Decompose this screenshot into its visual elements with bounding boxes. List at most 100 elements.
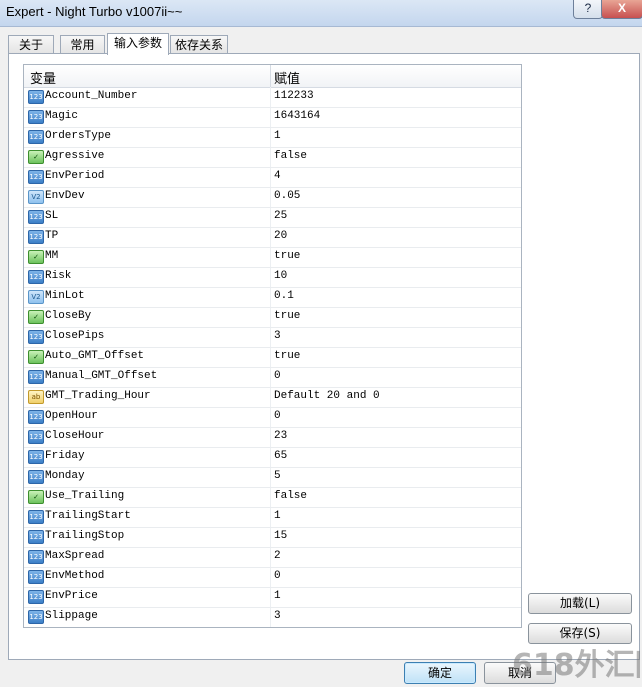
table-row[interactable]: V2 MinLot 0.1: [24, 287, 521, 308]
parameter-value[interactable]: 23: [274, 430, 287, 442]
boolean-type-icon: ✓: [28, 350, 44, 364]
parameter-name: MM: [45, 250, 59, 262]
table-row[interactable]: ✓ CloseBy true: [24, 307, 521, 328]
tab-inputs[interactable]: 输入参数: [107, 33, 169, 55]
parameter-name: EnvMethod: [45, 570, 105, 582]
parameter-name: Friday: [45, 450, 85, 462]
table-row[interactable]: 123 OpenHour 0: [24, 407, 521, 428]
parameter-name: TrailingStart: [45, 510, 131, 522]
parameter-value[interactable]: 0.1: [274, 290, 294, 302]
table-row[interactable]: 123 Account_Number 112233: [24, 87, 521, 108]
table-row[interactable]: ✓ Agressive false: [24, 147, 521, 168]
grid-header: 变量 赋值: [24, 65, 521, 88]
parameter-name: Agressive: [45, 150, 105, 162]
table-row[interactable]: 123 TP 20: [24, 227, 521, 248]
save-button[interactable]: 保存(S): [528, 623, 632, 644]
watermark: 618外汇网: [512, 648, 640, 683]
tab-common[interactable]: 常用: [60, 35, 105, 54]
parameter-value[interactable]: 3: [274, 330, 281, 342]
help-button[interactable]: ?: [573, 0, 603, 19]
parameter-name: OpenHour: [45, 410, 98, 422]
parameter-value[interactable]: Default 20 and 0: [274, 390, 380, 402]
parameter-value[interactable]: false: [274, 150, 307, 162]
parameter-value[interactable]: 3: [274, 610, 281, 622]
parameter-value[interactable]: 0: [274, 410, 281, 422]
integer-type-icon: 123: [28, 370, 44, 384]
parameter-value[interactable]: 0: [274, 570, 281, 582]
table-row[interactable]: 123 SL 25: [24, 207, 521, 228]
double-type-icon: V2: [28, 290, 44, 304]
table-row[interactable]: 123 Magic 1643164: [24, 107, 521, 128]
parameter-value[interactable]: false: [274, 490, 307, 502]
integer-type-icon: 123: [28, 110, 44, 124]
integer-type-icon: 123: [28, 90, 44, 104]
integer-type-icon: 123: [28, 470, 44, 484]
parameter-value[interactable]: true: [274, 310, 300, 322]
parameter-value[interactable]: 1: [274, 130, 281, 142]
parameter-value[interactable]: 0: [274, 370, 281, 382]
parameter-value[interactable]: true: [274, 250, 300, 262]
parameter-value[interactable]: 112233: [274, 90, 314, 102]
tab-dependencies[interactable]: 依存关系: [170, 35, 228, 54]
parameter-name: TP: [45, 230, 59, 242]
column-header-variable[interactable]: 变量: [30, 68, 56, 87]
table-row[interactable]: ab GMT_Trading_Hour Default 20 and 0: [24, 387, 521, 408]
boolean-type-icon: ✓: [28, 150, 44, 164]
parameter-value[interactable]: true: [274, 350, 300, 362]
parameter-value[interactable]: 1: [274, 510, 281, 522]
parameter-value[interactable]: 0.05: [274, 190, 300, 202]
parameter-name: GMT_Trading_Hour: [45, 390, 151, 402]
integer-type-icon: 123: [28, 130, 44, 144]
parameter-value[interactable]: 1: [274, 590, 281, 602]
table-row[interactable]: 123 EnvMethod 0: [24, 567, 521, 588]
table-row[interactable]: 123 OrdersType 1: [24, 127, 521, 148]
table-row[interactable]: V2 EnvDev 0.05: [24, 187, 521, 208]
parameter-value[interactable]: 25: [274, 210, 287, 222]
integer-type-icon: 123: [28, 330, 44, 344]
boolean-type-icon: ✓: [28, 490, 44, 504]
table-row[interactable]: ✓ Use_Trailing false: [24, 487, 521, 508]
column-divider[interactable]: [270, 65, 271, 87]
tab-about[interactable]: 关于: [8, 35, 54, 54]
table-row[interactable]: 123 ClosePips 3: [24, 327, 521, 348]
parameter-value[interactable]: 20: [274, 230, 287, 242]
close-button[interactable]: X: [601, 0, 642, 19]
parameter-name: SL: [45, 210, 59, 222]
column-header-value[interactable]: 赋值: [274, 68, 300, 87]
parameter-name: Monday: [45, 470, 85, 482]
integer-type-icon: 123: [28, 170, 44, 184]
table-row[interactable]: 123 TrailingStart 1: [24, 507, 521, 528]
parameter-value[interactable]: 1643164: [274, 110, 320, 122]
integer-type-icon: 123: [28, 430, 44, 444]
table-row[interactable]: 123 Risk 10: [24, 267, 521, 288]
parameter-name: CloseBy: [45, 310, 92, 322]
table-row[interactable]: ✓ Auto_GMT_Offset true: [24, 347, 521, 368]
parameter-value[interactable]: 5: [274, 470, 281, 482]
table-row[interactable]: 123 CloseHour 23: [24, 427, 521, 448]
table-row[interactable]: ✓ MM true: [24, 247, 521, 268]
table-row[interactable]: 123 Manual_GMT_Offset 0: [24, 367, 521, 388]
parameter-name: TrailingStop: [45, 530, 125, 542]
parameter-value[interactable]: 4: [274, 170, 281, 182]
double-type-icon: V2: [28, 190, 44, 204]
parameter-name: EnvPeriod: [45, 170, 105, 182]
table-row[interactable]: 123 MaxSpread 2: [24, 547, 521, 568]
parameter-value[interactable]: 10: [274, 270, 287, 282]
integer-type-icon: 123: [28, 550, 44, 564]
parameter-value[interactable]: 65: [274, 450, 287, 462]
ok-button[interactable]: 确定: [404, 662, 476, 684]
string-type-icon: ab: [28, 390, 44, 404]
boolean-type-icon: ✓: [28, 250, 44, 264]
integer-type-icon: 123: [28, 230, 44, 244]
table-row[interactable]: 123 Friday 65: [24, 447, 521, 468]
table-row[interactable]: 123 Slippage 3: [24, 607, 521, 627]
parameter-value[interactable]: 2: [274, 550, 281, 562]
table-row[interactable]: 123 TrailingStop 15: [24, 527, 521, 548]
load-button[interactable]: 加载(L): [528, 593, 632, 614]
table-row[interactable]: 123 Monday 5: [24, 467, 521, 488]
table-row[interactable]: 123 EnvPeriod 4: [24, 167, 521, 188]
table-row[interactable]: 123 EnvPrice 1: [24, 587, 521, 608]
parameter-name: MaxSpread: [45, 550, 105, 562]
parameter-name: CloseHour: [45, 430, 105, 442]
parameter-value[interactable]: 15: [274, 530, 287, 542]
